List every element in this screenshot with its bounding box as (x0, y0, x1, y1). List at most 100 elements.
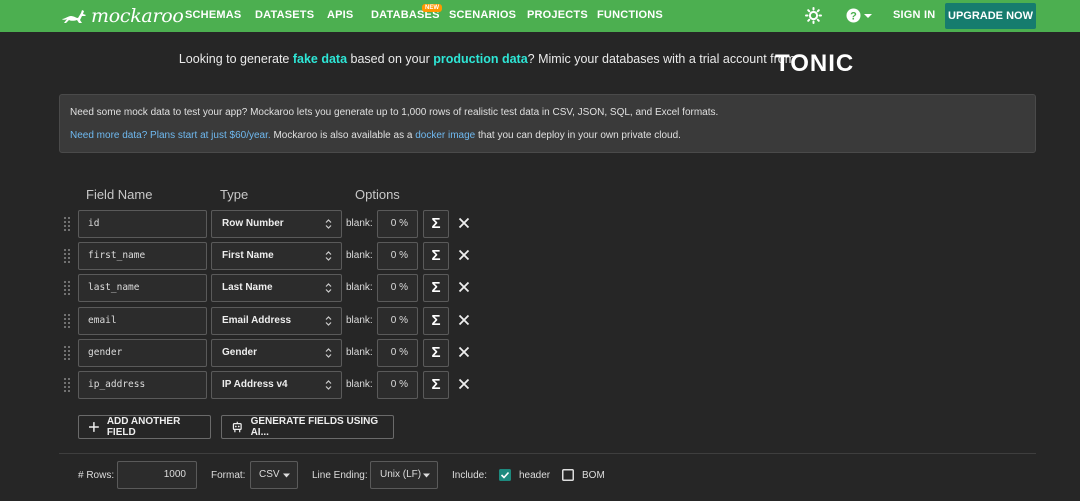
field-row: last_name Last Name blank: 0 % Σ (0, 274, 1080, 302)
field-name-input[interactable]: first_name (78, 242, 207, 270)
docker-image-link[interactable]: docker image (415, 130, 475, 141)
close-icon[interactable] (457, 377, 471, 391)
blank-percent-input[interactable]: 0 % (377, 339, 418, 367)
info-text: that you can deploy in your own private … (475, 130, 681, 141)
formula-button[interactable]: Σ (423, 274, 449, 302)
logo[interactable]: mockaroo (60, 5, 184, 27)
line-ending-select[interactable]: Unix (LF) (370, 461, 438, 489)
kangaroo-icon (62, 10, 86, 23)
field-row: id Row Number blank: 0 % Σ (0, 210, 1080, 238)
sort-arrows-icon (325, 316, 332, 326)
info-text: Mockaroo is also available as a (270, 130, 416, 141)
field-row: email Email Address blank: 0 % Σ (0, 307, 1080, 335)
field-type-select[interactable]: IP Address v4 (211, 371, 342, 399)
bom-checkbox-label: BOM (582, 470, 605, 481)
field-name-input[interactable]: email (78, 307, 207, 335)
field-name-input[interactable]: ip_address (78, 371, 207, 399)
line-ending-label: Line Ending: (312, 470, 368, 481)
chevron-down-icon (864, 13, 872, 18)
field-type-select[interactable]: Gender (211, 339, 342, 367)
blank-label: blank: (346, 218, 373, 229)
top-nav: mockaroo SCHEMAS DATASETS APIS DATABASES… (0, 0, 1080, 32)
field-name-input[interactable]: gender (78, 339, 207, 367)
plus-icon (89, 422, 99, 432)
generate-ai-label: GENERATE FIELDS USING AI... (250, 416, 379, 438)
blank-percent-input[interactable]: 0 % (377, 307, 418, 335)
nav-scenarios[interactable]: SCENARIOS (449, 9, 516, 21)
close-icon[interactable] (457, 313, 471, 327)
blank-label: blank: (346, 282, 373, 293)
nav-projects[interactable]: PROJECTS (527, 9, 588, 21)
blank-label: blank: (346, 315, 373, 326)
promo-fake-data[interactable]: fake data (293, 52, 347, 66)
rows-input[interactable]: 1000 (117, 461, 197, 489)
pricing-link[interactable]: Need more data? Plans start at just $60/… (70, 130, 271, 141)
header-checkbox-label: header (519, 470, 551, 481)
blank-percent-input[interactable]: 0 % (377, 210, 418, 238)
chevron-down-icon (423, 473, 430, 478)
formula-button[interactable]: Σ (423, 307, 449, 335)
field-type-value: Row Number (222, 218, 284, 229)
format-select[interactable]: CSV (250, 461, 298, 489)
blank-percent-input[interactable]: 0 % (377, 371, 418, 399)
blank-label: blank: (346, 347, 373, 358)
drag-handle-icon[interactable] (64, 314, 72, 328)
formula-button[interactable]: Σ (423, 339, 449, 367)
promo-text: based on your (347, 52, 434, 66)
rows-label: # Rows: (78, 470, 115, 481)
blank-percent-input[interactable]: 0 % (377, 274, 418, 302)
field-type-select[interactable]: Row Number (211, 210, 342, 238)
promo-production-data[interactable]: production data (433, 52, 527, 66)
field-type-value: Gender (222, 347, 258, 358)
drag-handle-icon[interactable] (64, 249, 72, 263)
blank-percent-input[interactable]: 0 % (377, 242, 418, 270)
close-icon[interactable] (457, 280, 471, 294)
header-checkbox[interactable] (499, 469, 511, 481)
formula-button[interactable]: Σ (423, 371, 449, 399)
sort-arrows-icon (325, 219, 332, 229)
field-row: ip_address IP Address v4 blank: 0 % Σ (0, 371, 1080, 399)
generate-fields-ai-button[interactable]: GENERATE FIELDS USING AI... (221, 415, 394, 439)
promo-text: ? Mimic your databases with a trial acco… (527, 52, 796, 66)
tonic-logo[interactable]: TONIC (775, 50, 859, 74)
upgrade-button[interactable]: UPGRADE NOW (945, 3, 1036, 29)
field-type-value: Last Name (222, 282, 273, 293)
field-name-input[interactable]: id (78, 210, 207, 238)
promo-banner: Looking to generate fake data based on y… (0, 52, 1080, 66)
theme-toggle-icon[interactable] (805, 7, 822, 24)
new-badge: NEW (422, 4, 442, 12)
field-type-value: IP Address v4 (222, 379, 288, 390)
promo-text: Looking to generate (178, 52, 293, 66)
field-type-select[interactable]: Email Address (211, 307, 342, 335)
field-type-select[interactable]: First Name (211, 242, 342, 270)
field-name-input[interactable]: last_name (78, 274, 207, 302)
drag-handle-icon[interactable] (64, 378, 72, 392)
chevron-down-icon (283, 473, 290, 478)
bom-checkbox[interactable] (562, 469, 574, 481)
formula-button[interactable]: Σ (423, 210, 449, 238)
info-line-1: Need some mock data to test your app? Mo… (70, 107, 719, 118)
divider (59, 453, 1036, 454)
drag-handle-icon[interactable] (64, 346, 72, 360)
add-another-field-button[interactable]: ADD ANOTHER FIELD (78, 415, 211, 439)
nav-apis[interactable]: APIS (327, 9, 353, 21)
sort-arrows-icon (325, 348, 332, 358)
nav-functions[interactable]: FUNCTIONS (597, 9, 663, 21)
nav-datasets[interactable]: DATASETS (255, 9, 314, 21)
sign-in-link[interactable]: SIGN IN (893, 9, 935, 21)
field-type-select[interactable]: Last Name (211, 274, 342, 302)
close-icon[interactable] (457, 216, 471, 230)
drag-handle-icon[interactable] (64, 217, 72, 231)
help-menu[interactable]: ? (846, 8, 872, 23)
type-header: Type (220, 187, 249, 202)
close-icon[interactable] (457, 345, 471, 359)
format-label: Format: (211, 470, 246, 481)
close-icon[interactable] (457, 248, 471, 262)
formula-button[interactable]: Σ (423, 242, 449, 270)
info-box: Need some mock data to test your app? Mo… (59, 94, 1036, 153)
nav-schemas[interactable]: SCHEMAS (185, 9, 241, 21)
include-label: Include: (452, 470, 488, 481)
field-row: first_name First Name blank: 0 % Σ (0, 242, 1080, 270)
drag-handle-icon[interactable] (64, 281, 72, 295)
robot-icon (232, 421, 242, 433)
